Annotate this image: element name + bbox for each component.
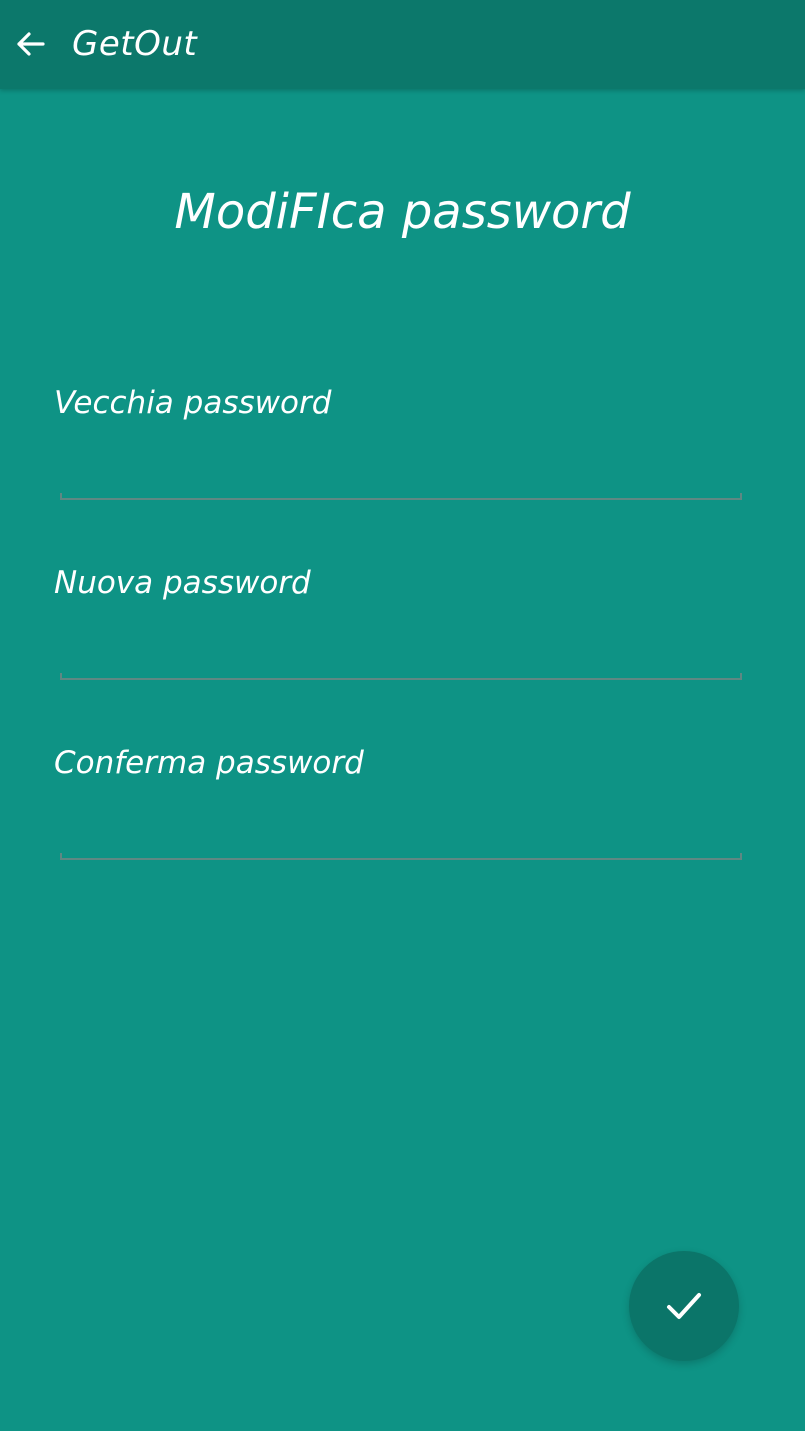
arrow-back-icon bbox=[17, 32, 45, 56]
back-button[interactable] bbox=[10, 24, 50, 64]
confirm-password-field: Conferma password bbox=[54, 742, 744, 860]
old-password-underline bbox=[60, 493, 742, 500]
new-password-underline bbox=[60, 673, 742, 680]
new-password-label: Nuova password bbox=[54, 565, 311, 601]
confirm-password-underline bbox=[60, 853, 742, 860]
check-icon bbox=[667, 1293, 701, 1319]
page-title: ModiFIca password bbox=[174, 184, 631, 240]
old-password-input[interactable] bbox=[62, 452, 742, 492]
new-password-input[interactable] bbox=[62, 632, 742, 672]
confirm-password-label: Conferma password bbox=[54, 745, 364, 781]
old-password-field: Vecchia password bbox=[54, 382, 744, 500]
app-title: GetOut bbox=[72, 24, 198, 64]
app-bar: GetOut bbox=[0, 0, 805, 89]
confirm-password-input[interactable] bbox=[62, 812, 742, 852]
old-password-label: Vecchia password bbox=[54, 385, 332, 421]
new-password-field: Nuova password bbox=[54, 562, 744, 680]
confirm-button[interactable] bbox=[629, 1251, 739, 1361]
